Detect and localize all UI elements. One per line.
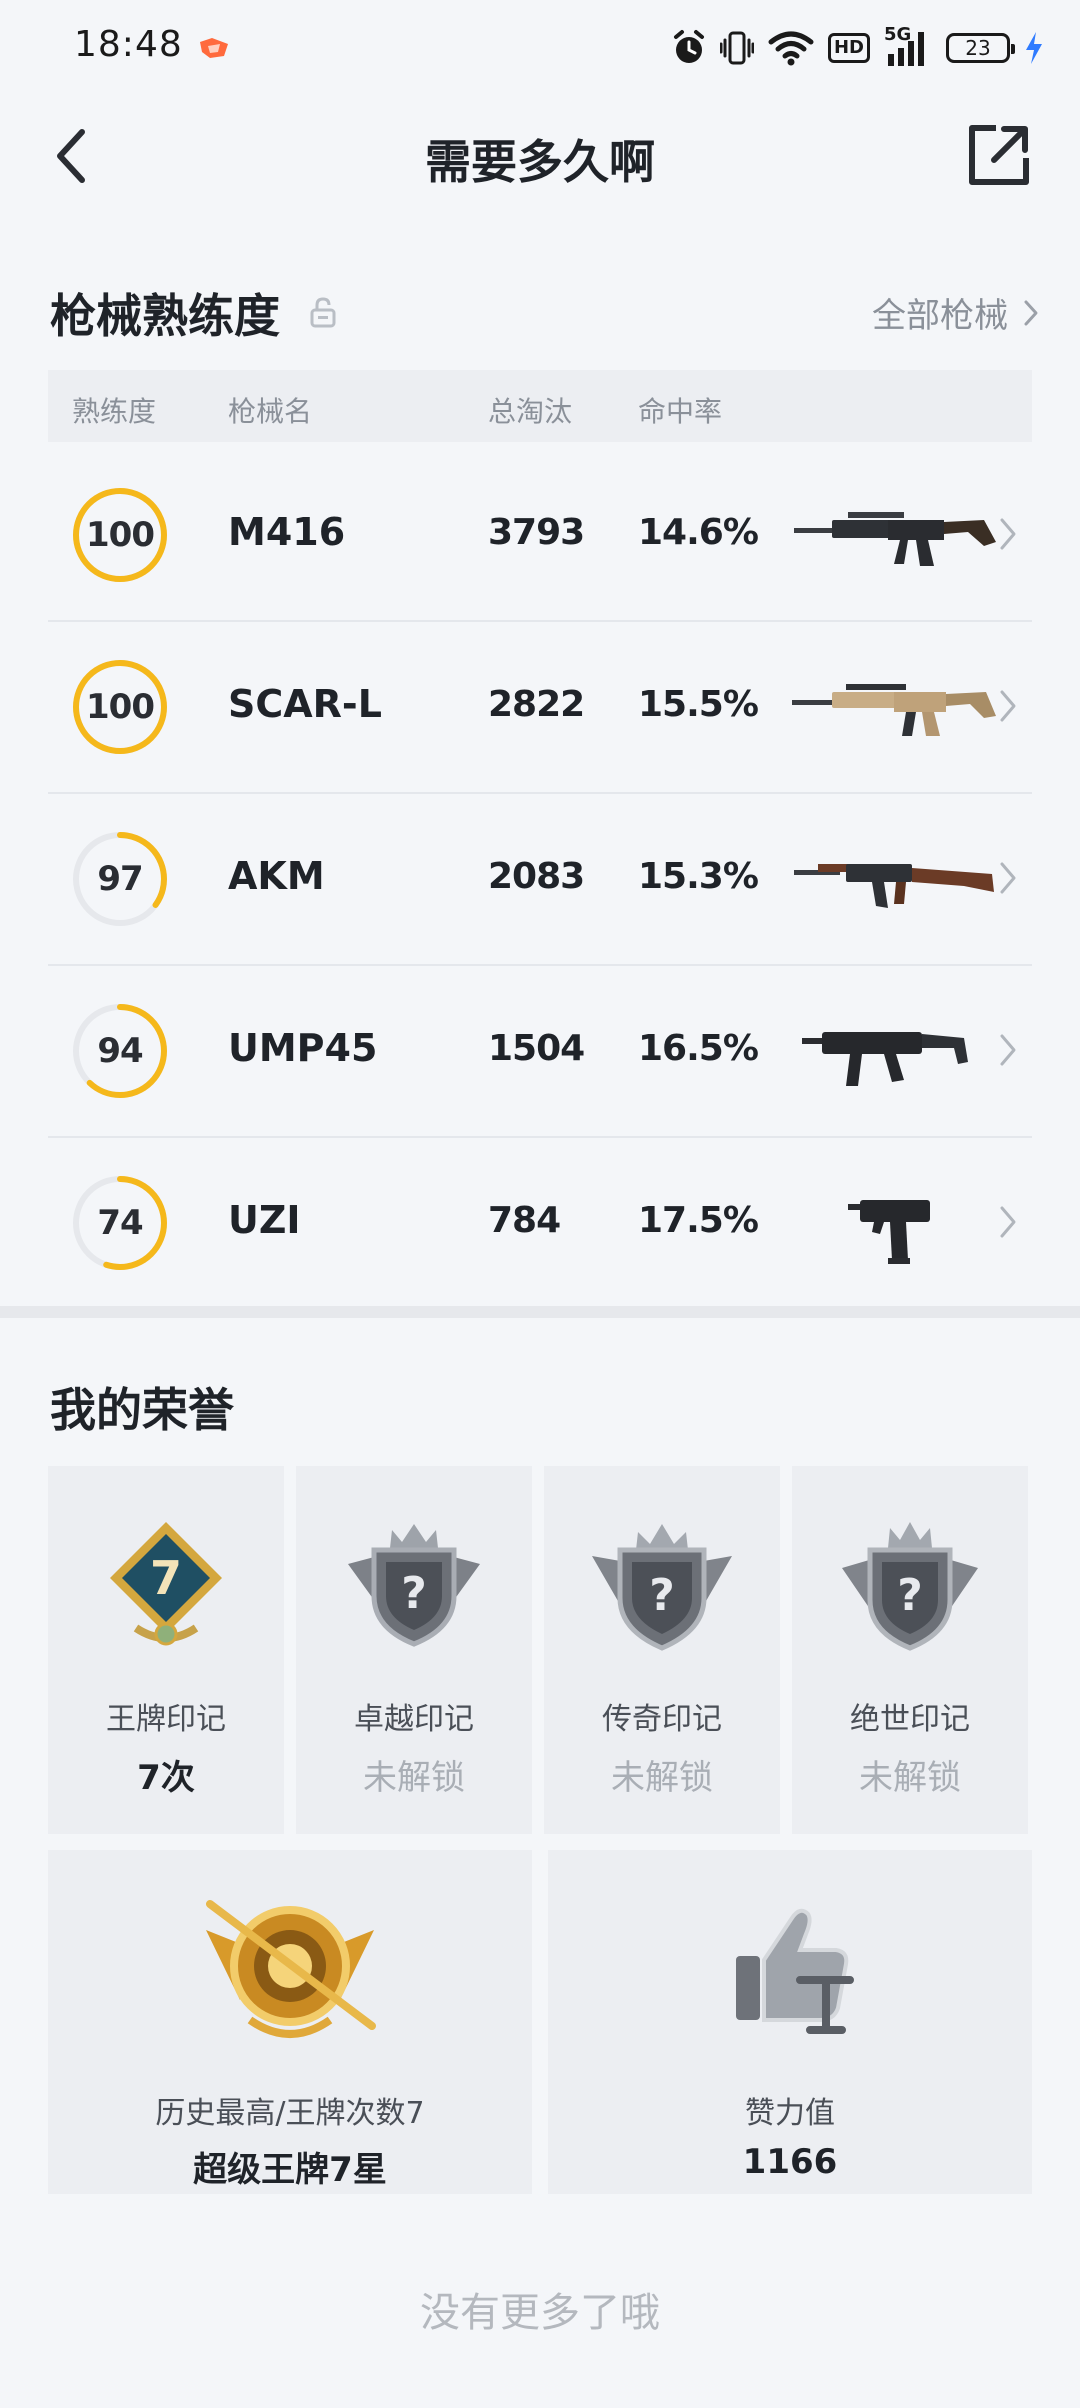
highest-rank-value: 超级王牌7星 [193, 2150, 387, 2190]
chevron-right-icon [1000, 690, 1016, 722]
chevron-right-icon [1000, 1206, 1016, 1238]
column-hit-rate: 命中率 [638, 395, 723, 428]
m416-rifle-icon [794, 512, 996, 566]
alarm-icon [673, 30, 704, 63]
weapon-hit-rate: 15.5% [638, 684, 759, 725]
all-weapons-link[interactable]: 全部枪械 [872, 288, 1040, 337]
ump45-smg-icon [802, 1032, 968, 1086]
battery-icon: 23 [946, 33, 1015, 63]
weapon-kills: 3793 [488, 512, 585, 553]
signal-icon: 5G [884, 24, 932, 68]
weapon-table-header: 熟练度 枪械名 总淘汰 命中率 [48, 370, 1032, 442]
weapon-kills: 1504 [488, 1028, 585, 1069]
weapon-name: M416 [228, 510, 346, 554]
svg-text:?: ? [649, 1570, 675, 1621]
section-title: 枪械熟练度 [50, 289, 280, 343]
scar-l-rifle-icon [792, 684, 996, 736]
uzi-smg-icon [848, 1200, 930, 1264]
honor-value: 7次 [137, 1758, 195, 1798]
likes-value: 1166 [742, 2142, 838, 2182]
lock-open-icon[interactable] [310, 296, 336, 328]
proficiency-value: 100 [86, 687, 155, 727]
akm-rifle-icon [794, 864, 994, 908]
chevron-right-icon [1024, 300, 1038, 325]
column-total-kills: 总淘汰 [488, 395, 573, 428]
chevron-right-icon [1000, 862, 1016, 894]
weapon-kills: 2083 [488, 856, 585, 897]
legend-mark-badge-icon: ? [592, 1524, 732, 1651]
weapon-name: AKM [228, 854, 325, 898]
chevron-right-icon [1000, 518, 1016, 550]
weapon-row-scar-l[interactable]: 100 SCAR-L 2822 15.5% [48, 622, 1032, 794]
proficiency-value: 100 [86, 515, 155, 555]
weapon-hit-rate: 16.5% [638, 1028, 759, 1069]
svg-text:7: 7 [150, 1551, 182, 1605]
honor-card-peerless-mark[interactable]: ? 绝世印记 未解锁 [792, 1466, 1028, 1834]
vibrate-icon [719, 31, 754, 65]
no-more-text: 没有更多了哦 [420, 2290, 660, 2336]
honor-section-title: 我的荣誉 [50, 1383, 234, 1437]
ace-mark-badge-icon: 7 [110, 1522, 222, 1646]
column-weapon-name: 枪械名 [228, 395, 313, 428]
thumbs-up-icon [736, 1908, 854, 2034]
status-icons: HD 5G 23 [672, 24, 1044, 70]
weapon-name: SCAR-L [228, 682, 382, 726]
peerless-mark-badge-icon: ? [842, 1522, 978, 1651]
weapon-row-uzi[interactable]: 74 UZI 784 17.5% [48, 1138, 1032, 1308]
section-divider [0, 1306, 1080, 1318]
weapon-row-m416[interactable]: 100 M416 3793 14.6% [48, 450, 1032, 622]
weapon-row-ump45[interactable]: 94 UMP45 1504 16.5% [48, 966, 1032, 1138]
status-time: 18:48 [74, 24, 183, 65]
wifi-icon [768, 31, 814, 66]
likes-card[interactable]: 赞力值 1166 [548, 1850, 1032, 2194]
svg-text:?: ? [897, 1570, 923, 1621]
highest-rank-card[interactable]: 历史最高/王牌次数7 超级王牌7星 [48, 1850, 532, 2194]
proficiency-value: 74 [97, 1203, 143, 1243]
weapon-hit-rate: 15.3% [638, 856, 759, 897]
honor-label: 传奇印记 [602, 1702, 722, 1737]
proficiency-value: 94 [97, 1031, 143, 1071]
page-title: 需要多久啊 [425, 135, 655, 189]
honor-card-ace-mark[interactable]: 7 王牌印记 7次 [48, 1466, 284, 1834]
share-icon [991, 126, 1028, 163]
weapon-hit-rate: 17.5% [638, 1200, 759, 1241]
highest-rank-label: 历史最高/王牌次数7 [155, 2096, 425, 2131]
honor-card-legend-mark[interactable]: ? 传奇印记 未解锁 [544, 1466, 780, 1834]
weapon-name: UMP45 [228, 1026, 378, 1070]
super-ace-rank-badge-icon [206, 1900, 376, 2038]
weapon-section-header: 枪械熟练度 全部枪械 [0, 270, 1080, 350]
honor-label: 王牌印记 [106, 1702, 226, 1737]
top-nav-bar: 需要多久啊 [0, 96, 1080, 220]
weapon-kills: 2822 [488, 684, 585, 725]
svg-text:?: ? [401, 1568, 427, 1619]
weapon-hit-rate: 14.6% [638, 512, 759, 553]
weapon-name: UZI [228, 1198, 301, 1242]
honor-label: 卓越印记 [354, 1702, 474, 1737]
honor-label: 绝世印记 [850, 1702, 970, 1737]
excellence-mark-badge-icon: ? [348, 1524, 480, 1647]
app-notification-icon [200, 38, 228, 58]
weapon-row-akm[interactable]: 97 AKM 2083 15.3% [48, 794, 1032, 966]
hd-icon: HD [827, 33, 870, 63]
weapon-list: 100 M416 3793 14.6% 100 SCAR-L 2822 15.5… [48, 450, 1032, 1308]
status-bar: 18:48 HD 5G 23 [0, 0, 1080, 96]
share-button[interactable] [966, 122, 1032, 188]
charging-icon [1026, 32, 1042, 64]
honor-value: 未解锁 [859, 1758, 961, 1798]
chevron-right-icon [1000, 1034, 1016, 1066]
honor-card-excellence-mark[interactable]: ? 卓越印记 未解锁 [296, 1466, 532, 1834]
proficiency-value: 97 [97, 859, 143, 899]
weapon-kills: 784 [488, 1200, 561, 1241]
honor-value: 未解锁 [611, 1758, 713, 1798]
likes-label: 赞力值 [745, 2096, 835, 2131]
honor-value: 未解锁 [363, 1758, 465, 1798]
all-weapons-label: 全部枪械 [872, 296, 1008, 336]
weapon-proficiency-page: 18:48 HD 5G 23 需要多久啊 枪械熟练度 全部枪械 熟练度 枪械名 … [0, 0, 1080, 2408]
column-proficiency: 熟练度 [72, 395, 157, 428]
